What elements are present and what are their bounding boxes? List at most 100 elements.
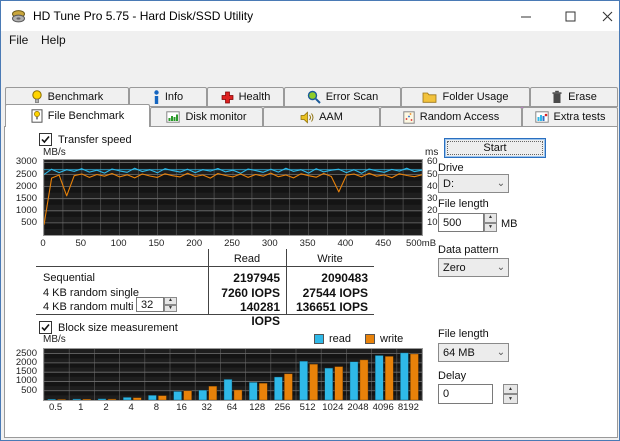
magnifier-icon	[307, 90, 321, 104]
row-label-random-single: 4 KB random single	[43, 287, 139, 299]
minimize-button[interactable]	[507, 1, 545, 31]
chevron-down-icon: ⌄	[496, 347, 506, 358]
delay-value: 0	[443, 388, 450, 400]
spin-down-icon: ▼	[503, 394, 518, 404]
transfer-speed-chart	[43, 159, 423, 236]
random-multi-read-value: 140281 IOPS	[239, 300, 280, 328]
data-pattern-value: Zero	[443, 261, 466, 274]
row-label-sequential: Sequential	[43, 272, 95, 284]
tab-aam[interactable]: AAM	[263, 107, 380, 127]
tab-random-access-label: Random Access	[419, 111, 500, 123]
legend-write-swatch	[365, 334, 376, 344]
tab-file-benchmark[interactable]: File Benchmark	[5, 104, 150, 127]
data-pattern-label: Data pattern	[438, 244, 499, 256]
menu-item-help[interactable]: Help	[41, 33, 66, 47]
tab-error-scan-label: Error Scan	[325, 91, 379, 103]
spin-down-icon: ▼	[164, 304, 177, 312]
file-length-label: File length	[438, 198, 489, 210]
data-pattern-select[interactable]: Zero ⌄	[438, 258, 509, 277]
random-single-read-value: 7260 IOPS	[221, 286, 280, 300]
tab-extra-tests-label: Extra tests	[553, 111, 606, 123]
start-label: Start	[483, 142, 507, 154]
tab-health[interactable]: Health	[207, 87, 284, 107]
table-rule	[36, 266, 374, 267]
info-icon	[153, 90, 160, 104]
tab-disk-monitor[interactable]: Disk monitor	[150, 107, 263, 127]
block-size-label: Block size measurement	[58, 321, 178, 334]
spin-down-icon: ▼	[484, 222, 497, 232]
file-length2-value: 64 MB	[443, 346, 475, 359]
threads-stepper[interactable]: 32	[136, 297, 164, 312]
table-rule	[36, 314, 374, 315]
sequential-write-value: 2090483	[321, 271, 368, 285]
legend-write-label: write	[380, 333, 404, 345]
legend-read-swatch	[314, 334, 324, 344]
block-size-checkbox-row: Block size measurement	[39, 321, 178, 334]
block-x-axis: 0.5 1 2 4 8 16 32 64 128 256 512 1024 2048 4096 8192	[48, 402, 419, 413]
tab-health-label: Health	[238, 91, 271, 103]
drive-select-value: D:	[443, 177, 454, 190]
random-access-icon	[403, 110, 415, 124]
threads-stepper-arrows[interactable]: ▲ ▼	[164, 297, 177, 312]
delay-stepper-arrows[interactable]: ▲ ▼	[503, 384, 518, 404]
extra-tests-icon	[534, 111, 549, 123]
tab-folder-usage[interactable]: Folder Usage	[401, 87, 530, 107]
app-window: HD Tune Pro 5.75 - Hard Disk/SSD Utility…	[0, 0, 620, 441]
transfer-y-axis: 3000 2500 2000 1500 1000 500	[15, 156, 37, 228]
delay-input[interactable]: 0	[438, 384, 493, 404]
tab-random-access[interactable]: Random Access	[380, 107, 522, 127]
transfer-speed-label: Transfer speed	[58, 133, 132, 146]
menu-item-file[interactable]: File	[9, 33, 28, 47]
app-icon	[11, 9, 26, 24]
folder-icon	[422, 91, 437, 103]
tab-error-scan[interactable]: Error Scan	[284, 87, 401, 107]
legend-read-label: read	[329, 333, 352, 345]
tab-info-label: Info	[164, 91, 184, 103]
tab-erase-label: Erase	[568, 91, 597, 103]
block-y-unit: MB/s	[43, 334, 66, 345]
tab-aam-label: AAM	[319, 111, 343, 123]
threads-value: 32	[141, 298, 154, 311]
block-y-axis: 2500 2000 1500 1000 500	[15, 347, 37, 396]
close-button[interactable]	[593, 1, 619, 31]
file-length2-select[interactable]: 64 MB ⌄	[438, 343, 509, 362]
drive-select[interactable]: D: ⌄	[438, 174, 509, 193]
health-icon	[221, 91, 234, 104]
file-length2-label: File length	[438, 328, 489, 340]
menubar: File Help	[1, 31, 619, 49]
tab-erase[interactable]: Erase	[530, 87, 618, 107]
tab-disk-monitor-label: Disk monitor	[185, 111, 247, 123]
col-header-read: Read	[233, 253, 261, 265]
maximize-button[interactable]	[551, 1, 589, 31]
block-legend: read write	[314, 333, 403, 345]
toolbar: CT500P5SSD8 (500 gB) ⌄ -- °C Exit	[1, 49, 619, 126]
delay-label: Delay	[438, 370, 467, 382]
col-header-write: Write	[317, 253, 343, 265]
file-benchmark-icon	[31, 109, 43, 123]
tab-file-benchmark-label: File Benchmark	[47, 110, 125, 122]
block-size-checkbox[interactable]	[39, 321, 52, 334]
titlebar: HD Tune Pro 5.75 - Hard Disk/SSD Utility	[1, 1, 619, 31]
file-length-unit: MB	[501, 218, 518, 230]
file-length-stepper[interactable]: 500	[438, 213, 484, 232]
transfer-y-unit: MB/s	[43, 147, 66, 158]
spin-up-icon: ▲	[503, 384, 518, 394]
file-length-value: 500	[443, 216, 462, 229]
spin-up-icon: ▲	[484, 213, 497, 223]
row-label-random-multi: 4 KB random multi	[43, 301, 134, 313]
chevron-down-icon: ⌄	[496, 262, 506, 273]
file-length-stepper-arrows[interactable]: ▲ ▼	[484, 213, 497, 232]
spin-up-icon: ▲	[164, 297, 177, 305]
random-single-write-value: 27544 IOPS	[302, 286, 368, 300]
tab-extra-tests[interactable]: Extra tests	[522, 107, 618, 127]
block-size-chart	[43, 348, 423, 401]
benchmark-icon	[31, 90, 43, 104]
sequential-read-value: 2197945	[233, 271, 280, 285]
transfer-speed-checkbox-row: Transfer speed	[39, 133, 132, 146]
transfer-speed-checkbox[interactable]	[39, 133, 52, 146]
tab-folder-usage-label: Folder Usage	[442, 91, 509, 103]
results-table: Read Write Sequential 2197945 2090483 4 …	[36, 249, 374, 328]
start-button[interactable]: Start	[444, 138, 546, 158]
chevron-down-icon: ⌄	[496, 178, 506, 189]
speaker-icon	[300, 110, 314, 124]
